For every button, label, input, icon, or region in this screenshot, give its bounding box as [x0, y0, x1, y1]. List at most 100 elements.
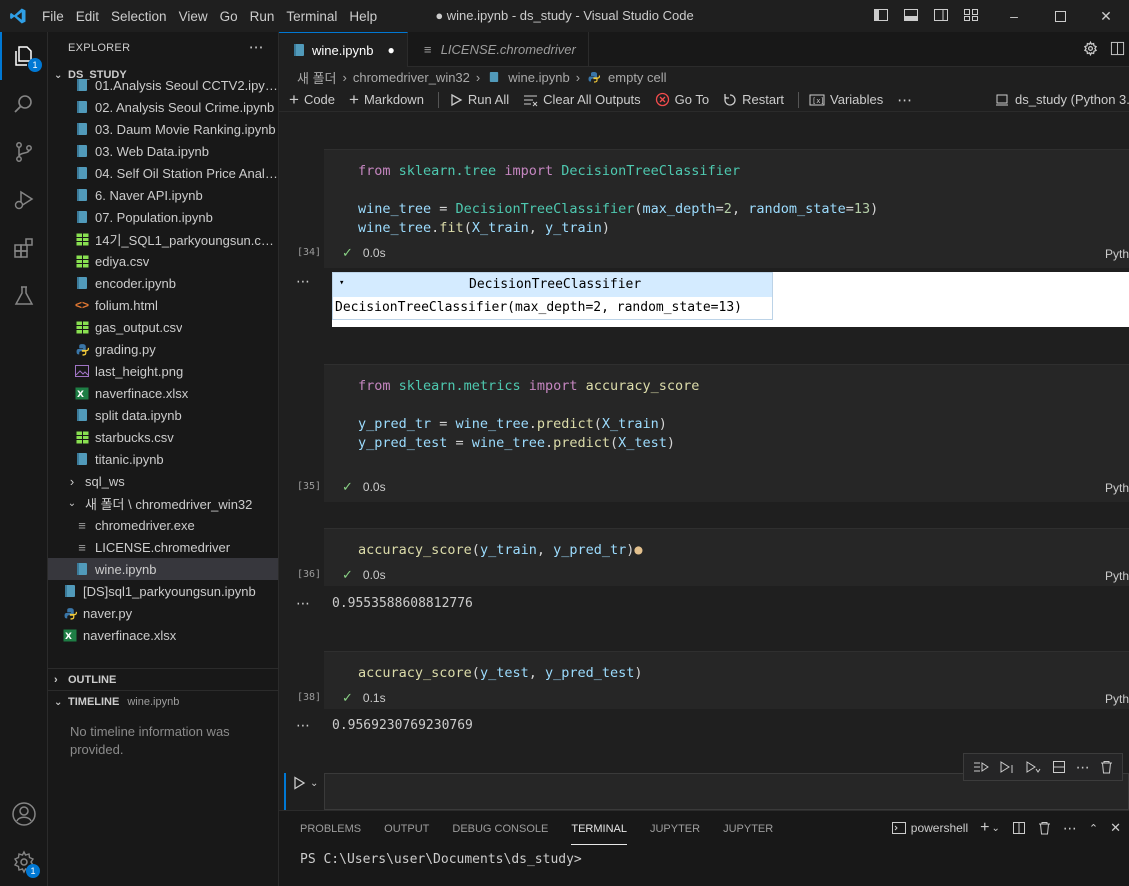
file-tree-item[interactable]: gas_output.csv: [48, 316, 278, 338]
menu-terminal[interactable]: Terminal: [280, 9, 343, 24]
file-tree-item[interactable]: last_height.png: [48, 360, 278, 382]
code-line[interactable]: y_pred_test = wine_tree.predict(X_test): [358, 434, 675, 453]
file-tree-item[interactable]: split data.ipynb: [48, 404, 278, 426]
code-cell[interactable]: accuracy_score(y_test, y_pred_test): [324, 651, 1129, 709]
file-tree-item[interactable]: wine.ipynb: [48, 558, 278, 580]
add-code-cell-button[interactable]: + Code: [289, 90, 335, 110]
toggle-secondary-sidebar-icon[interactable]: [933, 7, 949, 26]
menu-selection[interactable]: Selection: [105, 9, 173, 24]
file-tree-item[interactable]: encoder.ipynb: [48, 272, 278, 294]
explorer-icon[interactable]: 1: [0, 32, 48, 80]
tab-debug-console[interactable]: DEBUG CONSOLE: [452, 814, 548, 844]
chevron-down-icon[interactable]: ⌄: [991, 823, 999, 834]
menu-file[interactable]: File: [36, 9, 70, 24]
terminal-prompt[interactable]: PS C:\Users\user\Documents\ds_study>: [300, 852, 582, 867]
tab-output[interactable]: OUTPUT: [384, 814, 429, 844]
output-actions-icon[interactable]: ⋯: [296, 717, 310, 734]
run-above-icon[interactable]: [973, 760, 989, 774]
run-debug-icon[interactable]: [0, 176, 48, 224]
output-actions-icon[interactable]: ⋯: [296, 595, 310, 612]
run-below-icon[interactable]: [999, 760, 1015, 774]
file-tree-item[interactable]: 03. Web Data.ipynb: [48, 140, 278, 162]
more-actions-icon[interactable]: ⋯: [897, 91, 912, 109]
unsaved-dot-icon[interactable]: ●: [387, 43, 394, 57]
tab-terminal[interactable]: TERMINAL: [571, 814, 627, 845]
code-line[interactable]: accuracy_score(y_train, y_pred_tr)●: [358, 541, 643, 560]
code-line[interactable]: wine_tree.fit(X_train, y_train): [358, 219, 610, 238]
account-icon[interactable]: [0, 790, 48, 838]
cell-language[interactable]: Pyth: [1105, 569, 1129, 583]
variables-button[interactable]: [x] Variables: [809, 92, 883, 107]
breadcrumb-item[interactable]: empty cell: [608, 70, 667, 85]
menu-view[interactable]: View: [173, 9, 214, 24]
file-tree-item[interactable]: ediya.csv: [48, 250, 278, 272]
file-tree-item[interactable]: ⌄ 새 폴더 \ chromedriver_win32: [48, 492, 278, 514]
close-window-icon[interactable]: ✕: [1083, 0, 1129, 32]
code-line[interactable]: y_pred_tr = wine_tree.predict(X_train): [358, 415, 667, 434]
search-icon[interactable]: [0, 80, 48, 128]
file-tree-item[interactable]: 14기_SQL1_parkyoungsun.csv.c...: [48, 228, 278, 250]
new-terminal-plus-icon[interactable]: +: [980, 819, 989, 837]
file-tree-item[interactable]: 03. Daum Movie Ranking.ipynb: [48, 118, 278, 140]
file-tree-item[interactable]: titanic.ipynb: [48, 448, 278, 470]
settings-gear-icon[interactable]: 1: [0, 838, 48, 886]
minimize-icon[interactable]: –: [991, 0, 1037, 32]
restart-button[interactable]: Restart: [723, 92, 784, 107]
file-tree-item[interactable]: ≡ LICENSE.chromedriver: [48, 536, 278, 558]
tab-jupyter-2[interactable]: JUPYTER: [723, 814, 773, 844]
file-tree-item[interactable]: Xnaverfinace.xlsx: [48, 382, 278, 404]
split-cell-icon[interactable]: [1052, 760, 1066, 774]
terminal-shell-selector[interactable]: powershell: [891, 821, 968, 835]
timeline-section[interactable]: ⌄ TIMELINE wine.ipynb No timeline inform…: [48, 690, 279, 759]
run-all-button[interactable]: Run All: [449, 92, 509, 107]
cell-language[interactable]: Pyth: [1105, 692, 1129, 706]
code-cell[interactable]: from sklearn.tree import DecisionTreeCla…: [324, 149, 1129, 268]
toggle-primary-sidebar-icon[interactable]: [873, 7, 889, 26]
file-tree-item[interactable]: 01.Analysis Seoul CCTV2.ipynb: [48, 74, 278, 96]
code-line[interactable]: from sklearn.metrics import accuracy_sco…: [358, 377, 699, 396]
delete-trash-icon[interactable]: [1100, 760, 1113, 774]
code-line[interactable]: accuracy_score(y_test, y_pred_test): [358, 664, 643, 683]
menu-help[interactable]: Help: [343, 9, 383, 24]
menu-go[interactable]: Go: [214, 9, 244, 24]
maximize-panel-icon[interactable]: ⌃: [1089, 822, 1098, 835]
kill-terminal-trash-icon[interactable]: [1038, 821, 1051, 835]
extensions-icon[interactable]: [0, 224, 48, 272]
file-tree-item[interactable]: ≡ chromedriver.exe: [48, 514, 278, 536]
code-cell[interactable]: from sklearn.metrics import accuracy_sco…: [324, 364, 1129, 502]
cell-language[interactable]: Pyth: [1105, 481, 1129, 495]
split-editor-icon[interactable]: [1110, 41, 1125, 59]
file-tree-item[interactable]: 6. Naver API.ipynb: [48, 184, 278, 206]
lightbulb-icon[interactable]: ●: [634, 542, 642, 558]
toggle-panel-icon[interactable]: [903, 7, 919, 26]
split-terminal-icon[interactable]: [1012, 821, 1026, 835]
file-tree-item[interactable]: 02. Analysis Seoul Crime.ipynb: [48, 96, 278, 118]
file-tree-item[interactable]: 04. Self Oil Station Price Analys...: [48, 162, 278, 184]
file-tree-item[interactable]: [DS]sql1_parkyoungsun.ipynb: [48, 580, 278, 602]
menu-run[interactable]: Run: [244, 9, 281, 24]
file-tree-item[interactable]: naver.py: [48, 602, 278, 624]
breadcrumb-item[interactable]: chromedriver_win32: [353, 70, 470, 85]
add-markdown-cell-button[interactable]: + Markdown: [349, 90, 424, 110]
gear-icon[interactable]: [1083, 40, 1098, 59]
code-line[interactable]: from sklearn.tree import DecisionTreeCla…: [358, 162, 740, 181]
menu-edit[interactable]: Edit: [70, 9, 105, 24]
breadcrumb-item[interactable]: wine.ipynb: [508, 70, 569, 85]
customize-layout-icon[interactable]: [963, 7, 979, 26]
kernel-picker[interactable]: ds_study (Python 3.8: [995, 92, 1129, 107]
file-tree-item[interactable]: Xnaverfinace.xlsx: [48, 624, 278, 646]
cell-language[interactable]: Pyth: [1105, 247, 1129, 261]
more-actions-icon[interactable]: ⋯: [1063, 820, 1077, 837]
tab-license-chromedriver[interactable]: ≡ LICENSE.chromedriver: [408, 32, 589, 67]
file-tree-item[interactable]: grading.py: [48, 338, 278, 360]
file-tree-item[interactable]: › sql_ws: [48, 470, 278, 492]
more-actions-icon[interactable]: ⋯: [249, 38, 264, 56]
close-panel-icon[interactable]: ✕: [1110, 820, 1121, 836]
code-cell[interactable]: accuracy_score(y_train, y_pred_tr)●: [324, 528, 1129, 586]
file-tree-item[interactable]: starbucks.csv: [48, 426, 278, 448]
file-tree-item[interactable]: 07. Population.ipynb: [48, 206, 278, 228]
outline-section[interactable]: › OUTLINE: [48, 668, 279, 691]
clear-all-outputs-button[interactable]: Clear All Outputs: [523, 92, 641, 107]
breadcrumb-item[interactable]: 새 폴더: [297, 68, 337, 87]
tab-wine-ipynb[interactable]: wine.ipynb ●: [279, 32, 408, 67]
